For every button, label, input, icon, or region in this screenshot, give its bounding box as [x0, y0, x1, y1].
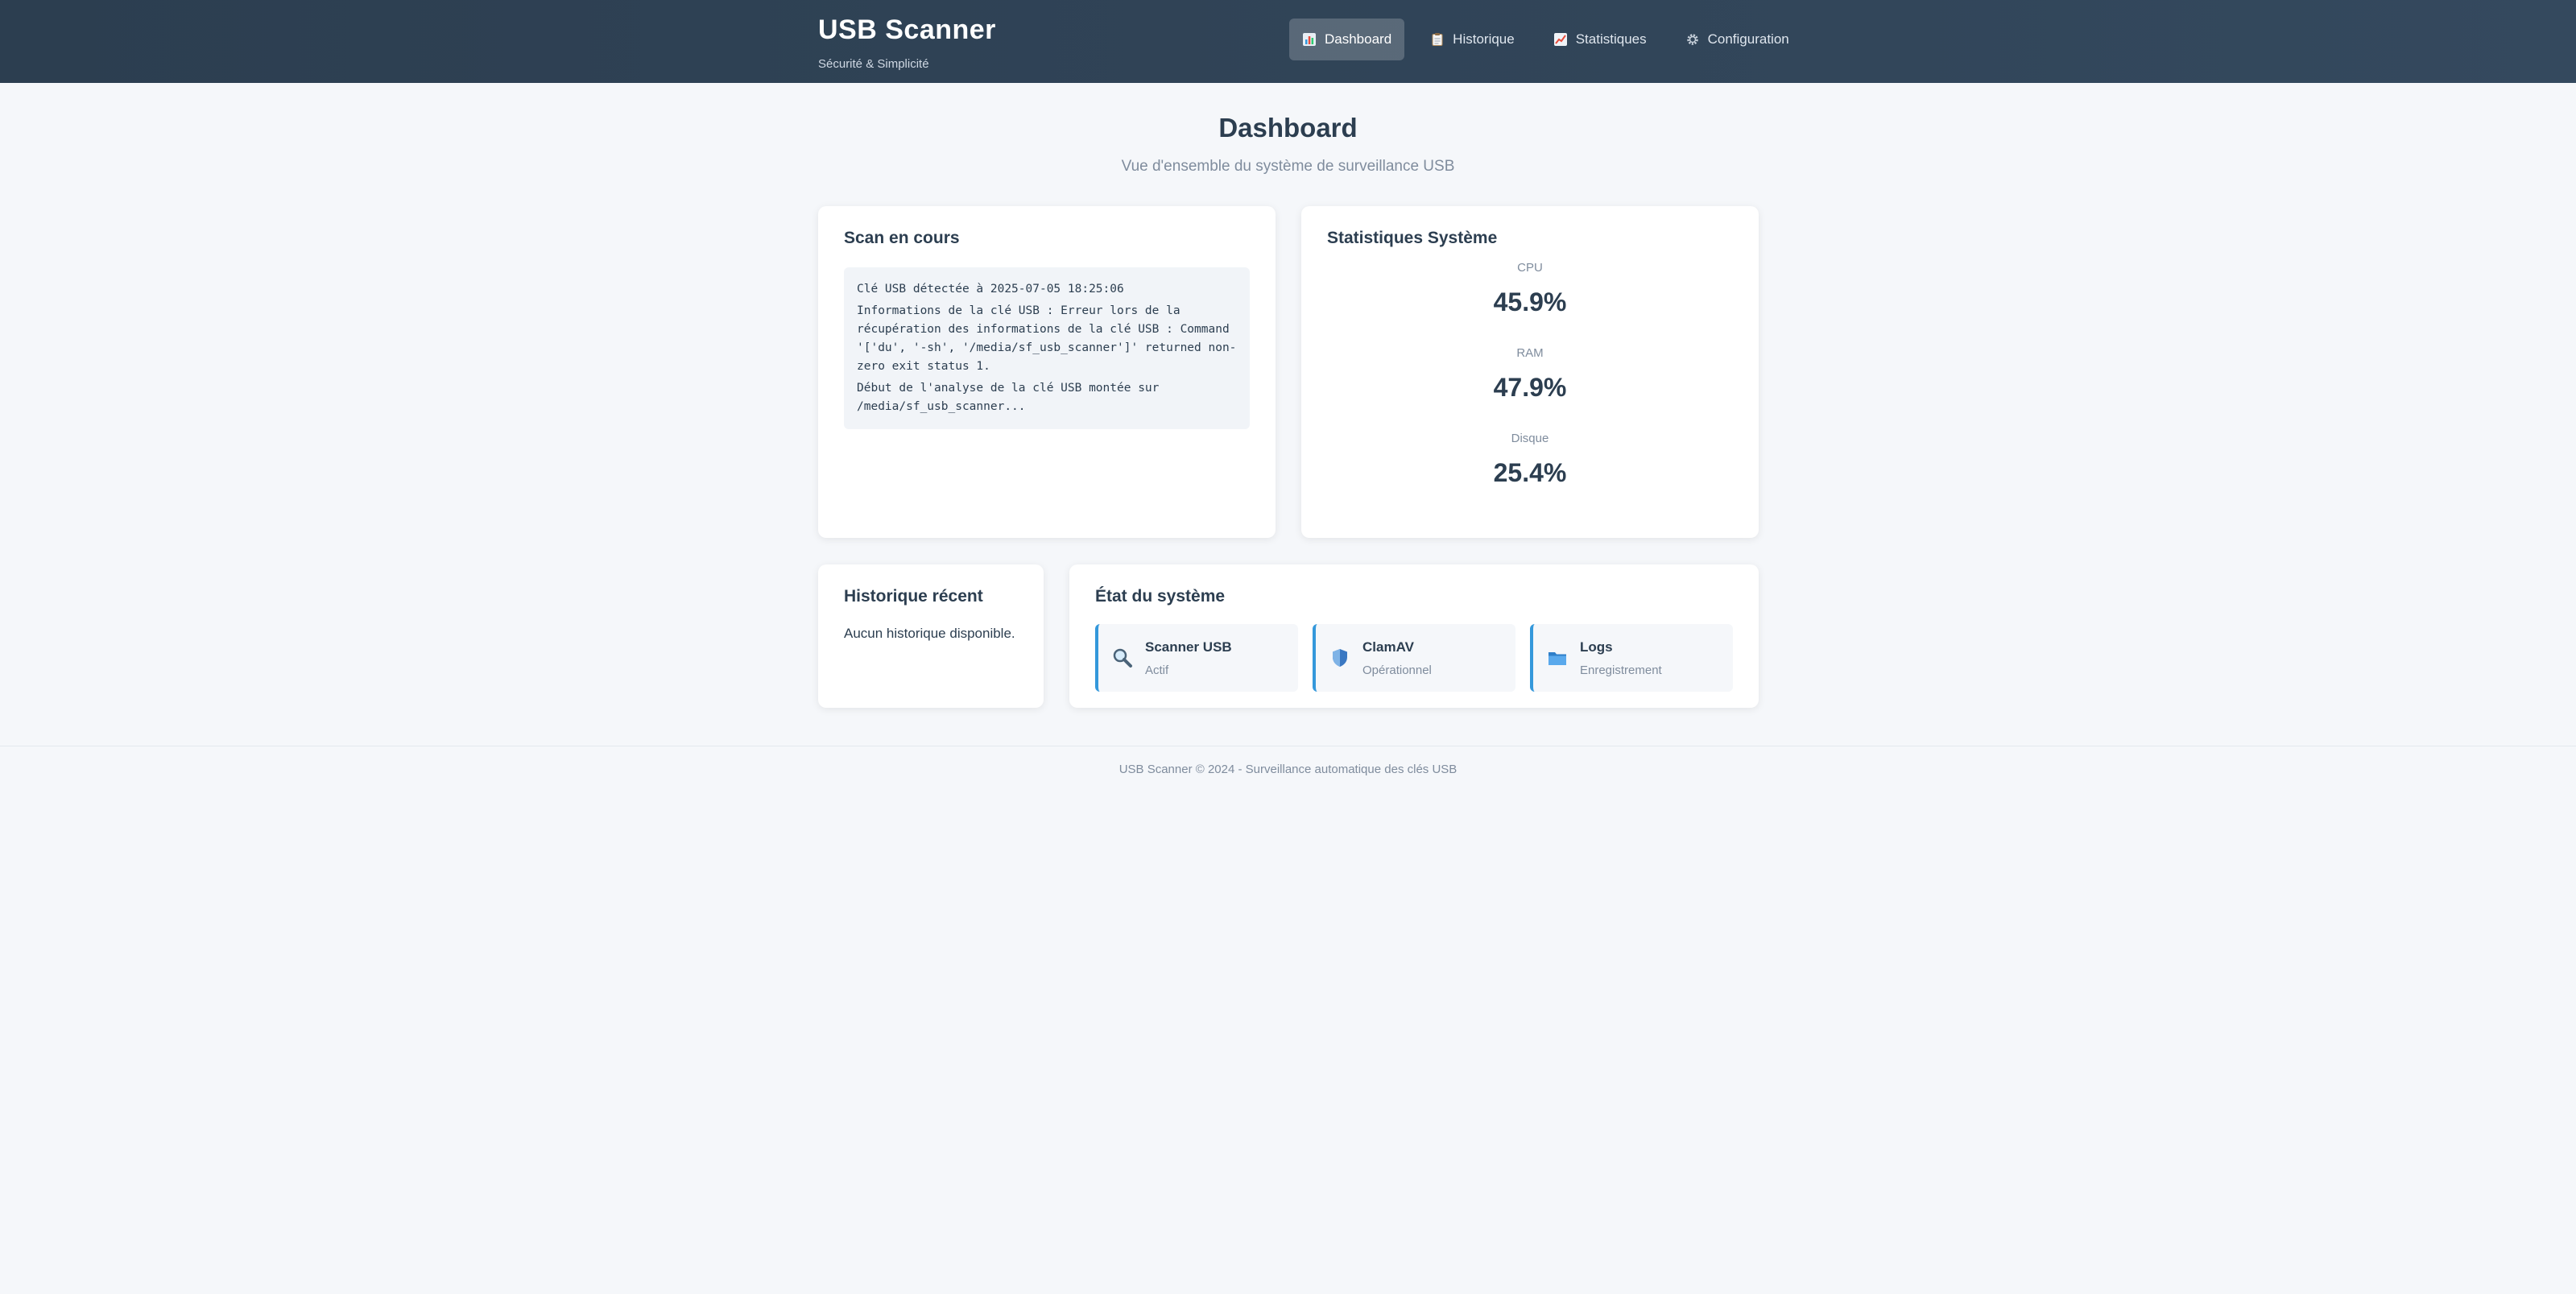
system-item-name: Logs — [1580, 639, 1613, 655]
stat-label: CPU — [1517, 261, 1543, 275]
log-line: Informations de la clé USB : Erreur lors… — [857, 304, 1237, 373]
top-navbar: USB Scanner Sécurité & Simplicité Dashbo… — [0, 0, 2576, 83]
system-item-name: Scanner USB — [1145, 639, 1232, 655]
scan-log: Clé USB détectée à 2025-07-05 18:25:06 I… — [844, 267, 1250, 429]
nav-configuration-label: Configuration — [1707, 31, 1789, 47]
stat-value: 45.9% — [1493, 287, 1567, 316]
nav-dashboard[interactable]: Dashboard — [1289, 19, 1405, 60]
stats-card: Statistiques Système CPU 45.9% RAM 47.9%… — [1301, 206, 1759, 538]
log-line: Clé USB détectée à 2025-07-05 18:25:06 — [857, 283, 1124, 296]
stat-cpu: CPU 45.9% — [1327, 261, 1733, 317]
system-item-clamav: ClamAV Opérationnel — [1313, 624, 1515, 692]
stat-ram: RAM 47.9% — [1327, 346, 1733, 403]
shield-icon — [1333, 649, 1347, 667]
history-card: Historique récent Aucun historique dispo… — [818, 564, 1044, 708]
system-item-status: Enregistrement — [1580, 663, 1662, 677]
footer-text: USB Scanner © 2024 - Surveillance automa… — [1118, 763, 1458, 776]
history-card-title: Historique récent — [844, 587, 983, 606]
system-item-status: Opérationnel — [1362, 663, 1432, 677]
brand: USB Scanner Sécurité & Simplicité — [818, 14, 996, 71]
page-subtitle: Vue d'ensemble du système de surveillanc… — [1121, 158, 1455, 175]
footer: USB Scanner © 2024 - Surveillance automa… — [0, 746, 2576, 776]
main-nav: Dashboard Historique Statistiques Config… — [1289, 19, 1802, 60]
magnifier-icon — [1113, 648, 1132, 668]
nav-statistiques[interactable]: Statistiques — [1540, 19, 1660, 60]
system-item-logs: Logs Enregistrement — [1530, 624, 1733, 692]
nav-statistiques-label: Statistiques — [1575, 31, 1647, 47]
stat-label: Disque — [1511, 432, 1549, 445]
gear-icon — [1686, 34, 1698, 45]
system-status-card: État du système Scanner USB Actif ClamAV… — [1069, 564, 1759, 708]
nav-dashboard-label: Dashboard — [1325, 31, 1392, 47]
system-item-status: Actif — [1145, 663, 1169, 677]
stat-value: 25.4% — [1493, 458, 1567, 487]
stat-disk: Disque 25.4% — [1327, 432, 1733, 488]
system-item-name: ClamAV — [1362, 639, 1414, 655]
stat-label: RAM — [1516, 346, 1544, 360]
log-line: Début de l'analyse de la clé USB montée … — [857, 382, 1160, 413]
dashboard-chart-icon — [1303, 33, 1316, 46]
app-tagline: Sécurité & Simplicité — [818, 57, 929, 71]
scan-card: Scan en cours Clé USB détectée à 2025-07… — [818, 206, 1276, 538]
clipboard-icon — [1432, 33, 1443, 46]
nav-historique[interactable]: Historique — [1417, 19, 1528, 60]
scan-card-title: Scan en cours — [844, 229, 960, 247]
system-status-title: État du système — [1095, 587, 1226, 606]
stats-card-title: Statistiques Système — [1327, 229, 1498, 247]
history-empty-text: Aucun historique disponible. — [844, 626, 1015, 641]
system-status-list: Scanner USB Actif ClamAV Opérationnel Lo… — [1095, 624, 1733, 692]
page-title: Dashboard — [1218, 113, 1358, 143]
nav-configuration[interactable]: Configuration — [1673, 19, 1802, 60]
system-item-scanner: Scanner USB Actif — [1095, 624, 1298, 692]
folder-icon — [1548, 652, 1566, 665]
nav-historique-label: Historique — [1453, 31, 1515, 47]
stat-value: 47.9% — [1493, 373, 1567, 402]
app-title[interactable]: USB Scanner — [818, 14, 996, 46]
trend-chart-icon — [1553, 33, 1567, 46]
